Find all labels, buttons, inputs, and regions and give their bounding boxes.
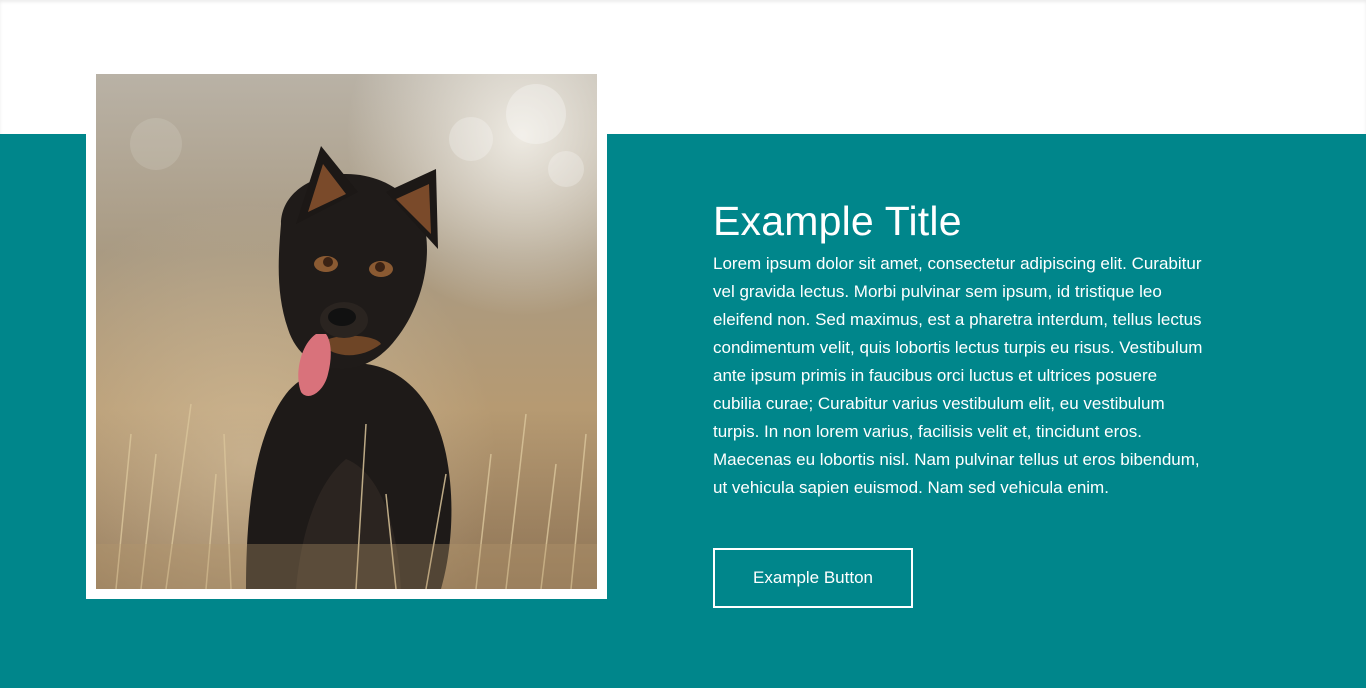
hero-body-text: Lorem ipsum dolor sit amet, consectetur … [713,254,1203,497]
photo-frame [86,64,607,599]
content-block: Example Title Lorem ipsum dolor sit amet… [713,196,1213,502]
page: Example Title Lorem ipsum dolor sit amet… [0,0,1366,688]
example-button[interactable]: Example Button [713,548,913,608]
hero-title: Example Title [713,198,962,244]
dog-photo [96,74,597,589]
